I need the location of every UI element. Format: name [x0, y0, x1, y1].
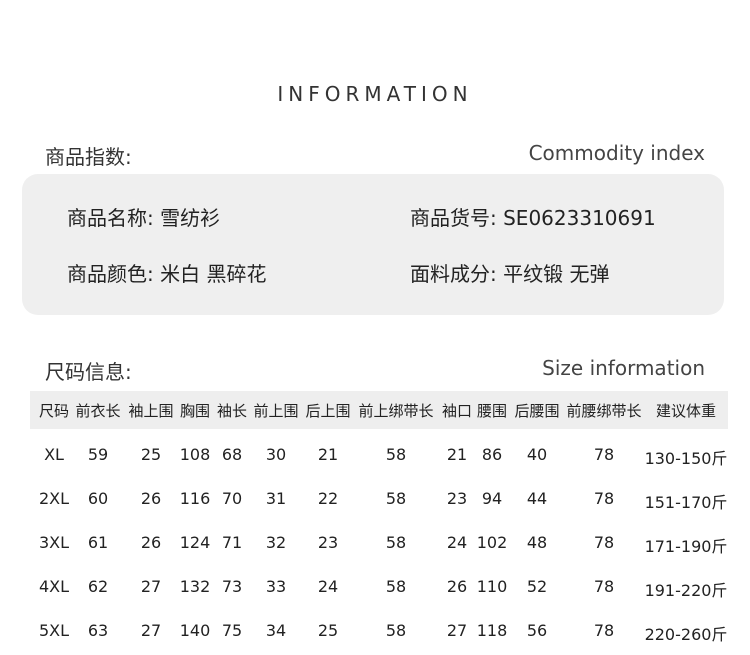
size-table-cell: 78: [593, 621, 615, 640]
fabric-label: 面料成分:: [410, 262, 497, 286]
size-table-cell: 3XL: [38, 533, 70, 552]
size-table-cell: 132: [179, 577, 211, 596]
size-table-cell: 151-170斤: [644, 493, 728, 512]
size-table-cell: 58: [385, 621, 407, 640]
product-name-value: 雪纺衫: [160, 206, 221, 230]
size-table-header-cell: 袖长: [216, 402, 248, 420]
size-table-cell: 220-260斤: [644, 625, 728, 644]
size-table-header-cell: 后腰围: [514, 402, 560, 420]
product-name-field: 商品名称: 雪纺衫: [67, 202, 220, 231]
size-table-header-cell: 后上围: [305, 402, 351, 420]
size-table-cell: 22: [317, 489, 339, 508]
size-table-cell: 27: [140, 621, 162, 640]
item-number-field: 商品货号: SE0623310691: [410, 202, 656, 231]
size-table-cell: 102: [476, 533, 508, 552]
size-table-cell: 124: [179, 533, 211, 552]
size-table-cell: 56: [526, 621, 548, 640]
item-number-value: SE0623310691: [503, 206, 656, 230]
size-table-cell: 191-220斤: [644, 581, 728, 600]
size-table-cell: 86: [481, 445, 503, 464]
size-table-cell: 44: [526, 489, 548, 508]
size-table-cell: 34: [265, 621, 287, 640]
product-color-value: 米白 黑碎花: [160, 262, 267, 286]
size-table-cell: 23: [317, 533, 339, 552]
size-table-cell: 73: [221, 577, 243, 596]
fabric-field: 面料成分: 平纹锻 无弹: [410, 258, 609, 287]
item-number-label: 商品货号:: [410, 206, 497, 230]
size-table-cell: 78: [593, 489, 615, 508]
size-table-cell: 58: [385, 489, 407, 508]
size-table-header-cell: 前衣长: [75, 402, 121, 420]
size-table-header-cell: 前上围: [253, 402, 299, 420]
size-table-cell: 33: [265, 577, 287, 596]
size-table-cell: 108: [179, 445, 211, 464]
size-table-cell: 78: [593, 445, 615, 464]
product-color-label: 商品颜色:: [67, 262, 154, 286]
size-table-header-cell: 建议体重: [655, 402, 717, 420]
size-table-header-cell: 袖上围: [128, 402, 174, 420]
size-table-cell: 62: [87, 577, 109, 596]
size-table-cell: 4XL: [38, 577, 70, 596]
size-table-cell: 27: [446, 621, 468, 640]
size-table-cell: 70: [221, 489, 243, 508]
size-table-cell: 78: [593, 577, 615, 596]
commodity-index-label-cn: 商品指数:: [45, 145, 132, 169]
size-table-cell: 25: [140, 445, 162, 464]
size-table-header-cell: 尺码: [38, 402, 70, 420]
size-table-header-cell: 胸围: [179, 402, 211, 420]
size-table-cell: 26: [140, 533, 162, 552]
size-table-cell: 2XL: [38, 489, 70, 508]
size-table-cell: 24: [317, 577, 339, 596]
size-table-cell: 40: [526, 445, 548, 464]
size-table-header-cell: 袖口: [441, 402, 473, 420]
size-table-cell: 78: [593, 533, 615, 552]
size-info-label-cn: 尺码信息:: [45, 360, 132, 384]
size-info-label-en: Size information: [542, 356, 705, 380]
size-table-cell: 71: [221, 533, 243, 552]
size-table-header-cell: 前腰绑带长: [566, 402, 642, 420]
size-table-cell: 116: [179, 489, 211, 508]
information-heading: INFORMATION: [277, 82, 473, 106]
size-table-cell: 94: [481, 489, 503, 508]
size-table-cell: 60: [87, 489, 109, 508]
size-table-cell: 58: [385, 577, 407, 596]
size-table-cell: 26: [140, 489, 162, 508]
size-table-cell: 25: [317, 621, 339, 640]
size-table-cell: XL: [44, 445, 64, 464]
size-table-cell: 21: [446, 445, 468, 464]
size-table-cell: 59: [87, 445, 109, 464]
product-name-label: 商品名称:: [67, 206, 154, 230]
size-table-cell: 140: [179, 621, 211, 640]
size-table-cell: 63: [87, 621, 109, 640]
size-table-cell: 68: [221, 445, 243, 464]
product-color-field: 商品颜色: 米白 黑碎花: [67, 258, 266, 287]
size-table-cell: 48: [526, 533, 548, 552]
size-table-cell: 24: [446, 533, 468, 552]
size-table-cell: 171-190斤: [644, 537, 728, 556]
fabric-value: 平纹锻 无弹: [503, 262, 610, 286]
size-table-cell: 30: [265, 445, 287, 464]
size-table-cell: 61: [87, 533, 109, 552]
size-table-cell: 58: [385, 533, 407, 552]
size-table-cell: 31: [265, 489, 287, 508]
size-table-cell: 23: [446, 489, 468, 508]
size-table-cell: 27: [140, 577, 162, 596]
size-table-cell: 32: [265, 533, 287, 552]
size-table-cell: 130-150斤: [644, 449, 728, 468]
size-table-cell: 75: [221, 621, 243, 640]
size-table-cell: 21: [317, 445, 339, 464]
size-table-header-cell: 前上绑带长: [358, 402, 434, 420]
size-table-cell: 118: [476, 621, 508, 640]
commodity-info-panel: 商品名称: 雪纺衫 商品货号: SE0623310691 商品颜色: 米白 黑碎…: [22, 174, 724, 315]
size-table-cell: 5XL: [38, 621, 70, 640]
commodity-index-label-en: Commodity index: [528, 141, 705, 165]
size-table-cell: 58: [385, 445, 407, 464]
size-table-cell: 52: [526, 577, 548, 596]
size-table-header-cell: 腰围: [476, 402, 508, 420]
size-table-cell: 26: [446, 577, 468, 596]
size-table-cell: 110: [476, 577, 508, 596]
